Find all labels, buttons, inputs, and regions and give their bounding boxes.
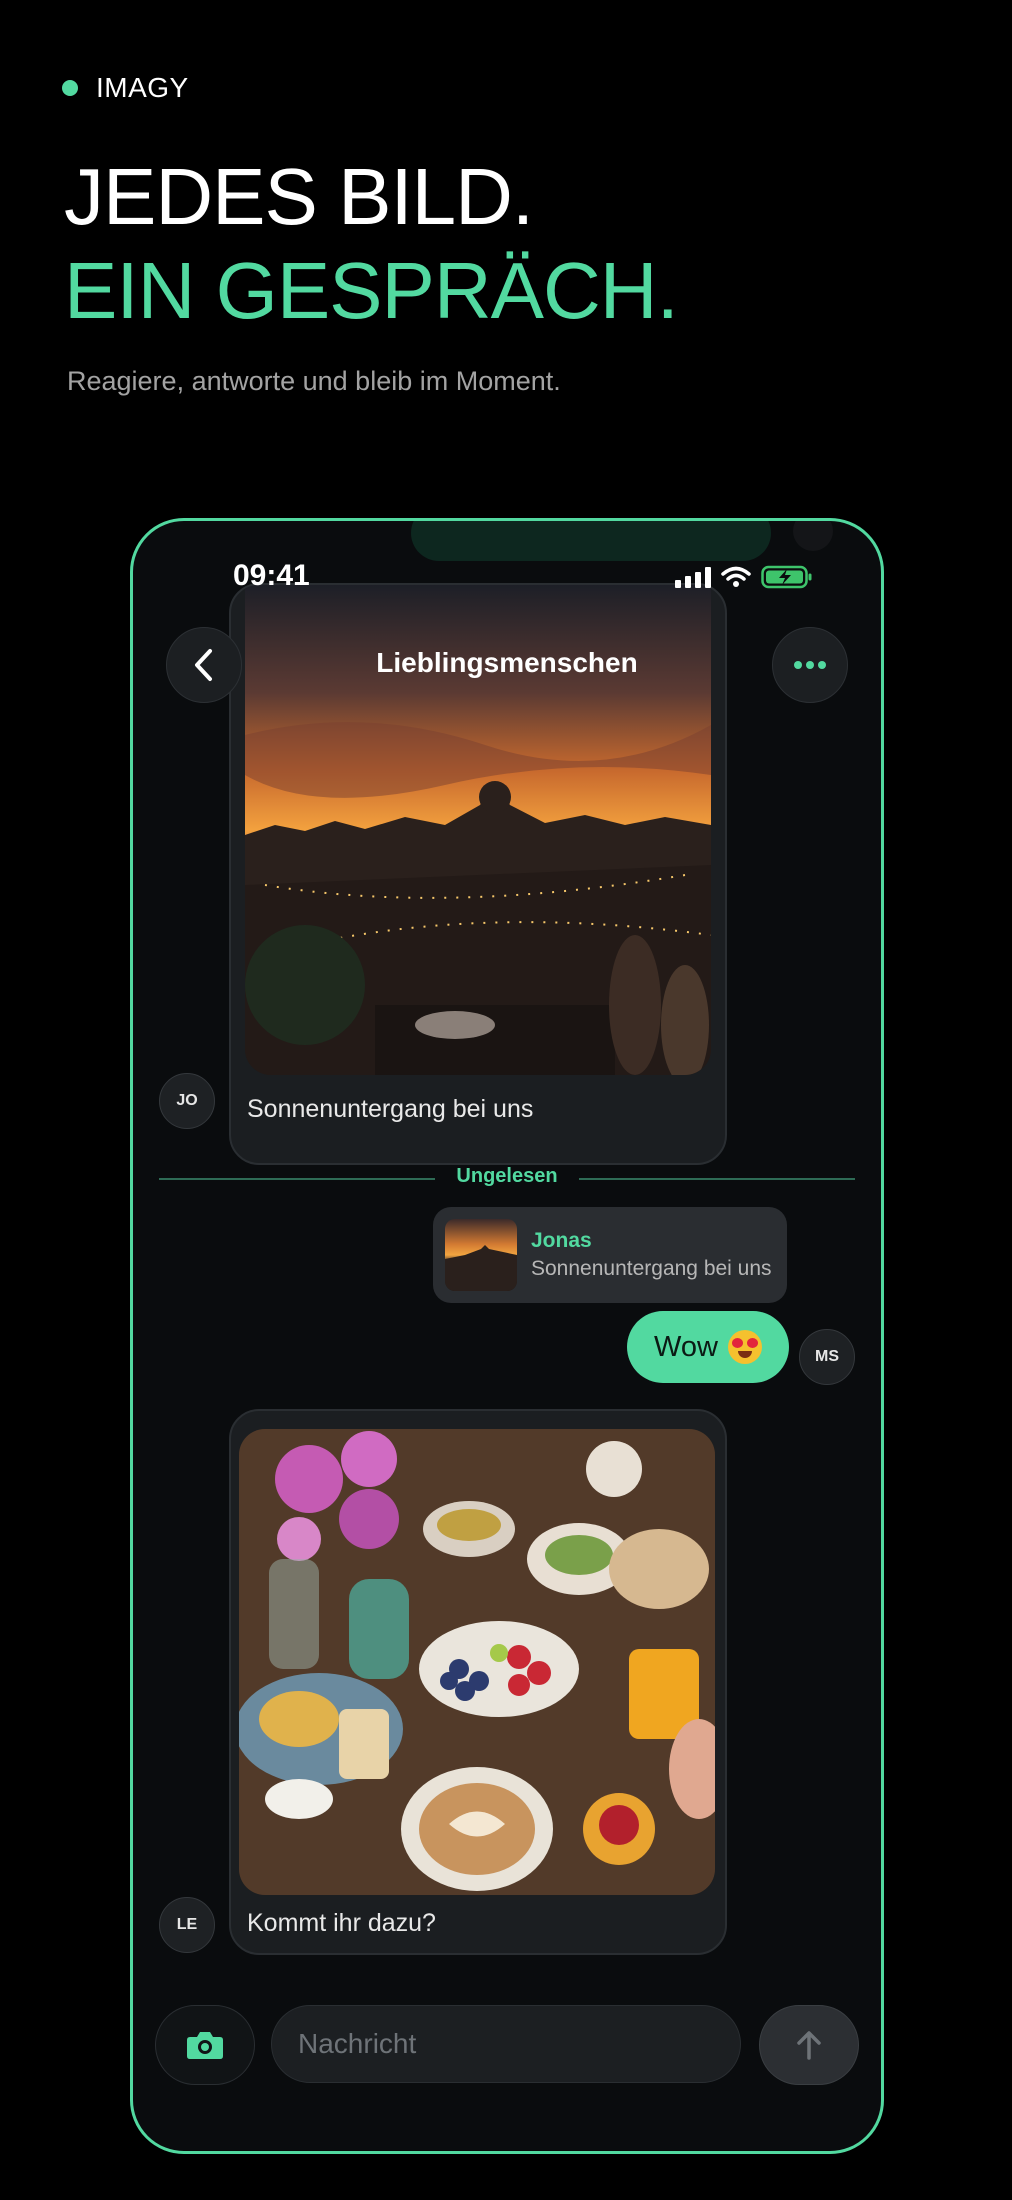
- photo-caption: Kommt ihr dazu?: [247, 1909, 436, 1937]
- phone-mockup: Sonnenuntergang bei uns 09:41 Lieblingsm…: [130, 518, 884, 2154]
- status-icons: [675, 565, 813, 589]
- camera-button[interactable]: [155, 2005, 255, 2085]
- ghost-badge: [793, 521, 833, 551]
- breakfast-photo[interactable]: [239, 1429, 715, 1895]
- unread-label: Ungelesen: [456, 1165, 558, 1187]
- hero-headline: JEDES BILD. EIN GESPRÄCH.: [64, 150, 679, 338]
- reply-text: Sonnenuntergang bei uns: [531, 1257, 772, 1280]
- wifi-icon: [721, 566, 751, 587]
- headline-line-2: EIN GESPRÄCH.: [64, 246, 679, 335]
- more-button[interactable]: [772, 627, 848, 703]
- message-input[interactable]: [271, 2005, 741, 2083]
- camera-icon: [187, 2032, 223, 2059]
- reply-preview[interactable]: Jonas Sonnenuntergang bei uns: [433, 1207, 787, 1303]
- avatar-jo[interactable]: JO: [159, 1073, 215, 1129]
- headline-line-1: JEDES BILD.: [64, 152, 534, 241]
- message-text: Wow: [654, 1330, 718, 1363]
- divider-line-right: [579, 1178, 855, 1180]
- my-message-bubble[interactable]: Wow: [627, 1311, 789, 1383]
- hero-subtitle: Reagiere, antworte und bleib im Moment.: [67, 366, 561, 396]
- status-time: 09:41: [233, 559, 310, 592]
- chat-title: Lieblingsmenschen: [376, 647, 638, 678]
- arrow-up-icon: [797, 2031, 821, 2060]
- brand-name: IMAGY: [96, 72, 189, 103]
- brand: IMAGY: [62, 72, 189, 104]
- more-dots-icon: [794, 661, 826, 669]
- heart-eyes-emoji-icon: [727, 1330, 762, 1364]
- signal-icon: [675, 566, 711, 588]
- avatar-ms[interactable]: MS: [799, 1329, 855, 1385]
- photo-message-breakfast[interactable]: Kommt ihr dazu?: [229, 1409, 727, 1955]
- status-bar: 09:41: [133, 559, 881, 599]
- brand-dot-icon: [62, 80, 78, 96]
- photo-caption: Sonnenuntergang bei uns: [247, 1095, 534, 1123]
- reply-sender: Jonas: [531, 1229, 592, 1252]
- battery-charging-icon: [761, 565, 812, 589]
- send-button[interactable]: [759, 2005, 859, 2085]
- reply-thumbnail: [445, 1219, 517, 1291]
- avatar-le[interactable]: LE: [159, 1897, 215, 1953]
- ghost-notification: [411, 521, 771, 561]
- chat-header: Lieblingsmenschen: [133, 625, 881, 705]
- message-composer: [133, 1999, 881, 2089]
- unread-divider: Ungelesen: [159, 1163, 855, 1193]
